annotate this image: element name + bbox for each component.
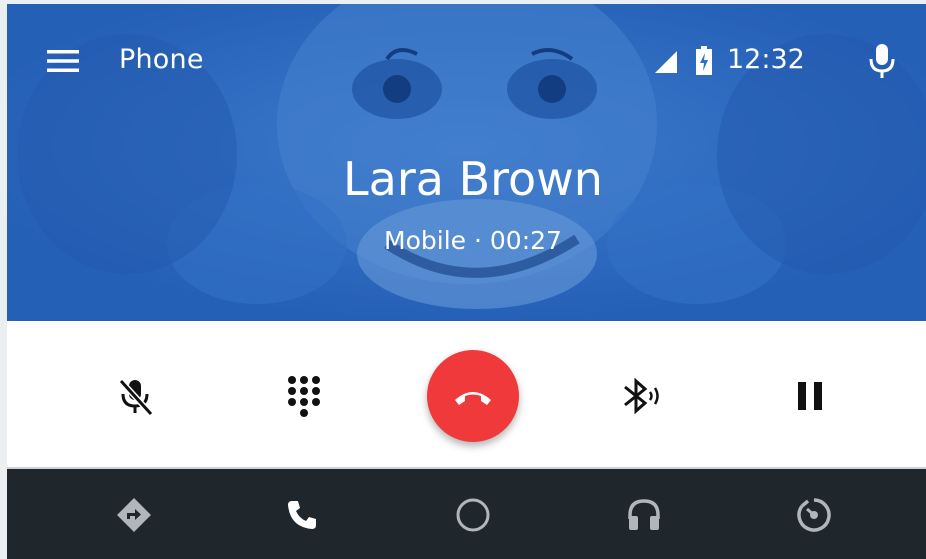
dialpad-icon [288,376,320,417]
nav-overview[interactable] [794,495,834,535]
hold-button[interactable] [792,378,828,414]
app-title: Phone [119,44,204,75]
call-info: Mobile · 00:27 [7,226,926,255]
android-auto-screen: Phone 12:32 Lara Brown Mobile · 00:27 [7,4,926,559]
nav-home[interactable] [453,495,493,535]
nav-phone[interactable] [282,495,322,535]
microphone-icon[interactable] [867,42,897,80]
home-circle-icon [456,498,490,532]
menu-icon[interactable] [45,47,81,75]
caller-name: Lara Brown [343,152,603,206]
mute-button[interactable] [115,376,155,416]
mic-off-icon [118,378,154,416]
directions-icon [117,498,151,532]
bluetooth-audio-icon [624,377,659,415]
end-call-button[interactable] [427,350,519,442]
battery-charging-icon [696,46,712,75]
dialpad-button[interactable] [283,374,325,420]
pause-icon [798,382,822,410]
nav-navigation[interactable] [114,495,154,535]
call-header: Phone 12:32 Lara Brown Mobile · 00:27 [7,4,926,321]
nav-media[interactable] [624,495,664,535]
bluetooth-audio-button[interactable] [619,376,665,416]
line-type: Mobile [384,226,467,255]
call-end-icon [455,392,491,405]
call-controls [7,321,926,467]
call-duration: 00:27 [489,226,562,255]
top-bar: Phone 12:32 [7,4,926,116]
headphones-icon [628,499,660,530]
bottom-navigation [7,469,926,559]
status-clock: 12:32 [727,44,805,75]
signal-icon [655,51,677,73]
dashboard-icon [797,498,831,532]
info-separator: · [466,226,490,255]
phone-icon [288,501,316,529]
